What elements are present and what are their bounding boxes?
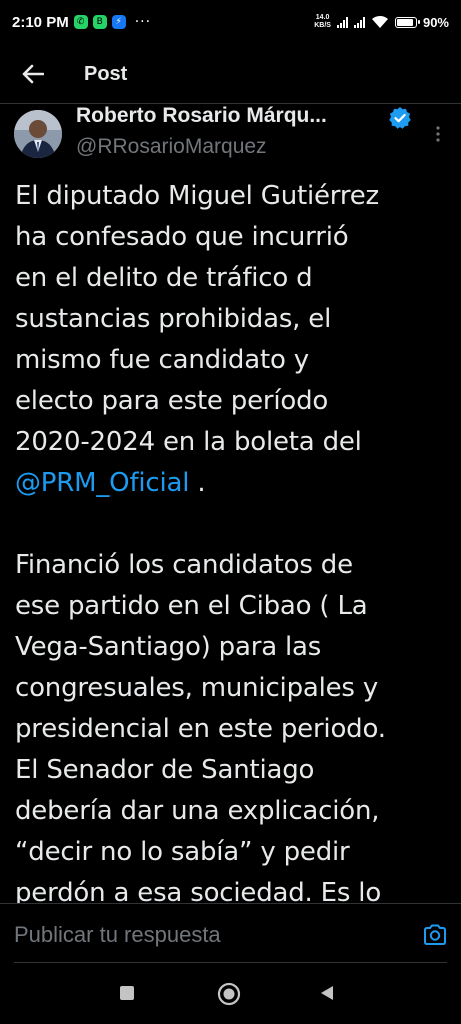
tweet-line: Vega-Santiago) para las (15, 632, 322, 662)
camera-icon[interactable] (423, 924, 447, 946)
tweet-line: ese partido en el Cibao ( La (15, 591, 368, 621)
status-bar: 2:10 PM ✆ B ⚡ ··· 14.0 KB/S 90% (0, 0, 461, 44)
tweet-line: El diputado Miguel Gutiérrez (15, 181, 379, 211)
avatar-image (14, 110, 62, 158)
author-row: Roberto Rosario Márqu... @RRosarioMarque… (14, 104, 447, 164)
network-speed-unit: KB/S (314, 22, 331, 29)
reply-input[interactable]: Publicar tu respuesta (14, 922, 221, 948)
verified-badge-icon (389, 107, 411, 129)
network-speed-value: 14.0 (315, 14, 330, 21)
page-title: Post (84, 62, 128, 85)
tweet-line: electo para este período (15, 386, 329, 416)
tweet-line: ha confesado que incurrió (15, 222, 349, 252)
tweet-line: debería dar una explicación, (15, 796, 380, 826)
circle-icon[interactable] (217, 982, 241, 1006)
status-right: 14.0 KB/S 90% (314, 14, 449, 30)
tweet-line: presidencial en este periodo. (15, 714, 386, 744)
mention-link[interactable]: @PRM_Oficial (15, 468, 189, 498)
tweet-line: El Senador de Santiago (15, 755, 315, 785)
back-button[interactable] (18, 59, 48, 89)
tweet-line: Financió los candidatos de (15, 550, 353, 580)
system-nav-bar (0, 967, 461, 1024)
author-name[interactable]: Roberto Rosario Márqu... (76, 104, 327, 128)
battery-icon (394, 16, 420, 28)
signal-icon (336, 16, 348, 28)
wifi-icon (371, 15, 388, 28)
reply-bar: Publicar tu respuesta (0, 903, 461, 968)
status-time: 2:10 PM (12, 13, 69, 31)
whatsapp-business-icon: B (92, 15, 107, 29)
tweet-text: El diputado Miguel Gutiérrez ha confesad… (15, 176, 447, 914)
tweet-line: sustancias prohibidas, el (15, 304, 332, 334)
tweet-line: “decir no lo sabía” y pedir (15, 837, 350, 867)
arrow-left-icon (22, 64, 44, 84)
tweet-line: 2020-2024 en la boleta del (15, 427, 362, 457)
square-icon[interactable] (118, 984, 136, 1002)
app-header: Post (0, 48, 461, 100)
network-speed: 14.0 KB/S (314, 14, 331, 30)
whatsapp-icon: ✆ (73, 15, 88, 29)
more-notifications-icon: ··· (134, 14, 152, 30)
battery-fill (396, 18, 414, 26)
tweet-line: mismo fue candidato y (15, 345, 309, 375)
status-left: 2:10 PM ✆ B ⚡ ··· (12, 14, 151, 31)
avatar[interactable] (14, 110, 62, 158)
tweet-line: congresuales, municipales y (15, 673, 379, 703)
messenger-icon: ⚡ (111, 15, 126, 29)
author-handle[interactable]: @RRosarioMarquez (76, 135, 267, 159)
signal-2-icon (353, 16, 365, 28)
mention-suffix: . (189, 468, 206, 498)
battery-percent: 90% (422, 14, 449, 30)
triangle-back-icon[interactable] (318, 984, 336, 1002)
reply-underline (14, 962, 447, 963)
tweet-line: en el delito de tráfico d (15, 263, 313, 293)
tweet-mention-line: @PRM_Oficial . (15, 463, 447, 504)
more-vertical-icon[interactable] (433, 124, 443, 144)
